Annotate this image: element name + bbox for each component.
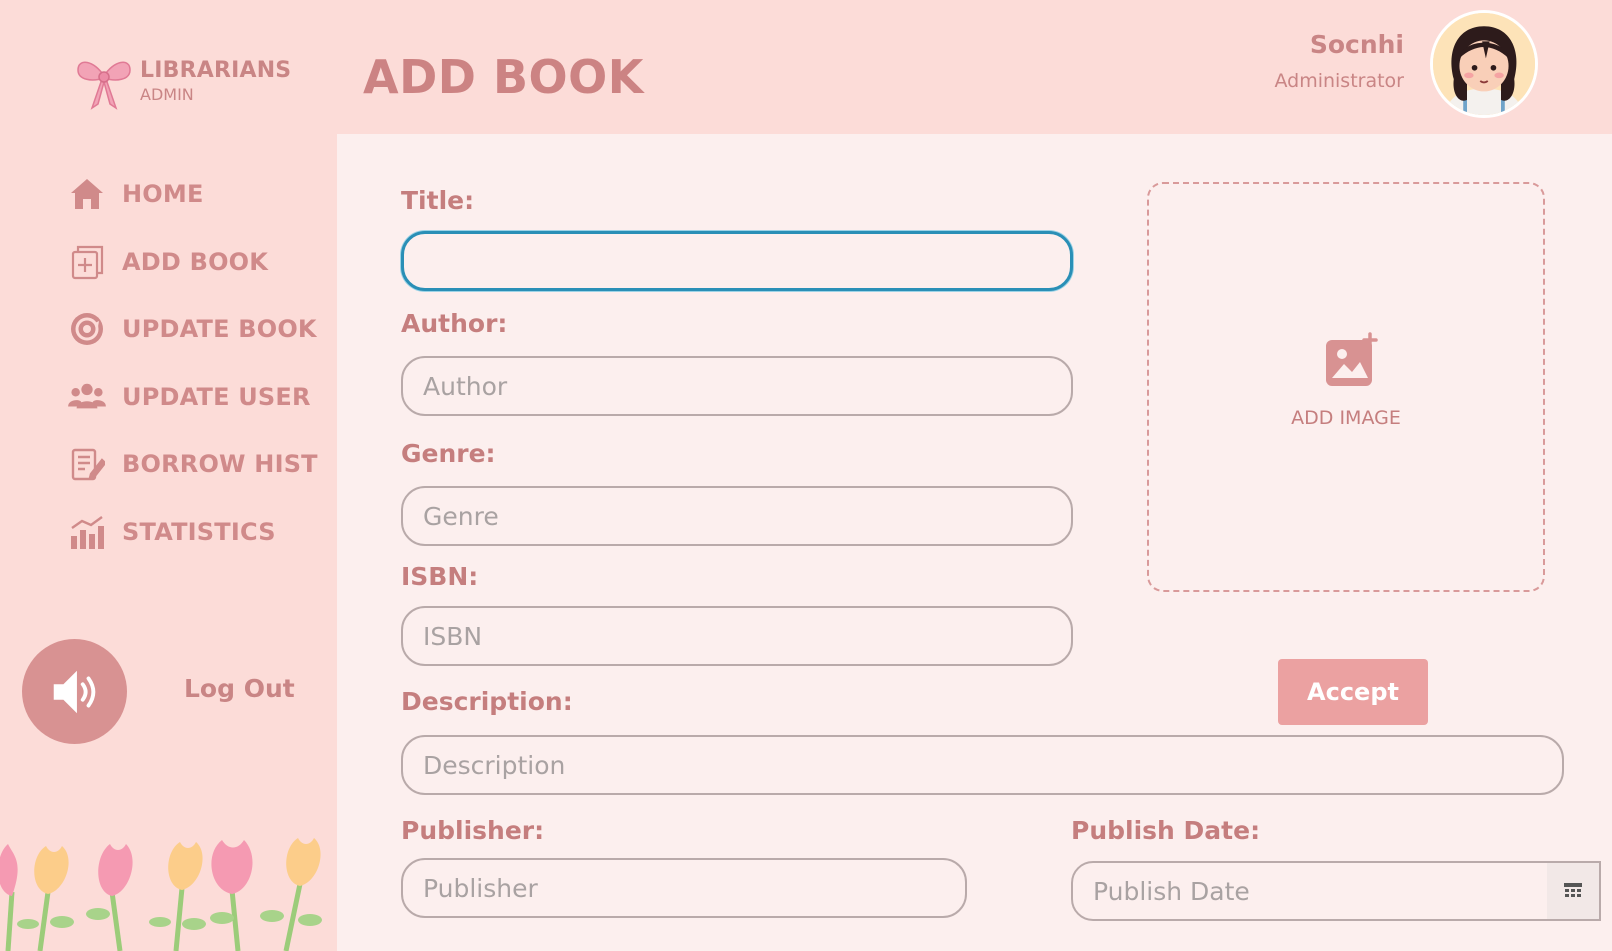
avatar-image [1433,13,1535,115]
speaker-button[interactable] [22,639,127,744]
app-window: LIBRARIANS ADMIN ADD BOOK Socnhi Adminis… [0,0,1612,951]
description-input[interactable] [401,735,1564,795]
sidebar-item-add-book[interactable]: ADD BOOK [68,244,318,280]
statistics-icon [68,513,106,551]
isbn-input[interactable] [401,606,1073,666]
brand-subtitle: ADMIN [140,84,194,104]
title-label: Title: [401,186,475,215]
accept-button[interactable]: Accept [1278,659,1428,725]
user-role: Administrator [1274,70,1404,92]
isbn-label: ISBN: [401,562,479,591]
title-input[interactable] [401,231,1073,291]
sidebar-item-label: UPDATE USER [122,382,311,411]
users-icon [68,378,106,416]
sidebar-item-home[interactable]: HOME [68,176,318,212]
sidebar-item-label: BORROW HIST [122,450,318,478]
sidebar-item-label: ADD BOOK [122,247,269,276]
sidebar-item-label: UPDATE BOOK [122,315,317,343]
author-input[interactable] [401,356,1073,416]
logout-button[interactable]: Log Out [184,674,295,703]
sidebar-item-label: HOME [122,180,204,208]
calendar-icon [1564,883,1582,897]
bow-icon [77,61,131,110]
publish-date-input[interactable] [1071,861,1549,921]
date-picker-button[interactable] [1547,861,1601,921]
genre-input[interactable] [401,486,1073,546]
description-label: Description: [401,687,573,716]
add-image-label: ADD IMAGE [1291,407,1401,429]
sidebar-item-update-book[interactable]: UPDATE BOOK [68,311,318,347]
image-upload-area[interactable]: ADD IMAGE [1147,182,1545,592]
add-book-icon [68,243,106,281]
brand-title: LIBRARIANS [140,57,292,83]
flowers-decoration [0,838,322,951]
sidebar-item-borrow-history[interactable]: BORROW HIST [68,446,318,482]
sidebar-item-statistics[interactable]: STATISTICS [68,514,318,550]
publish-date-label: Publish Date: [1071,816,1261,845]
publisher-label: Publisher: [401,816,545,845]
user-name: Socnhi [1309,30,1404,59]
page-title: ADD BOOK [363,50,644,104]
speaker-icon [53,670,95,713]
publisher-input[interactable] [401,858,967,918]
update-icon [68,310,106,348]
sidebar-nav: HOME ADD BOOK UPDATE BOOK UPDATE USER BO… [68,176,318,581]
history-icon [68,445,106,483]
brand-logo: LIBRARIANS ADMIN [74,52,291,110]
genre-label: Genre: [401,439,496,468]
sidebar-item-label: STATISTICS [122,517,276,546]
add-image-icon [1326,332,1378,386]
avatar[interactable] [1430,10,1538,118]
home-icon [68,175,106,213]
author-label: Author: [401,309,508,338]
sidebar-item-update-user[interactable]: UPDATE USER [68,379,318,415]
